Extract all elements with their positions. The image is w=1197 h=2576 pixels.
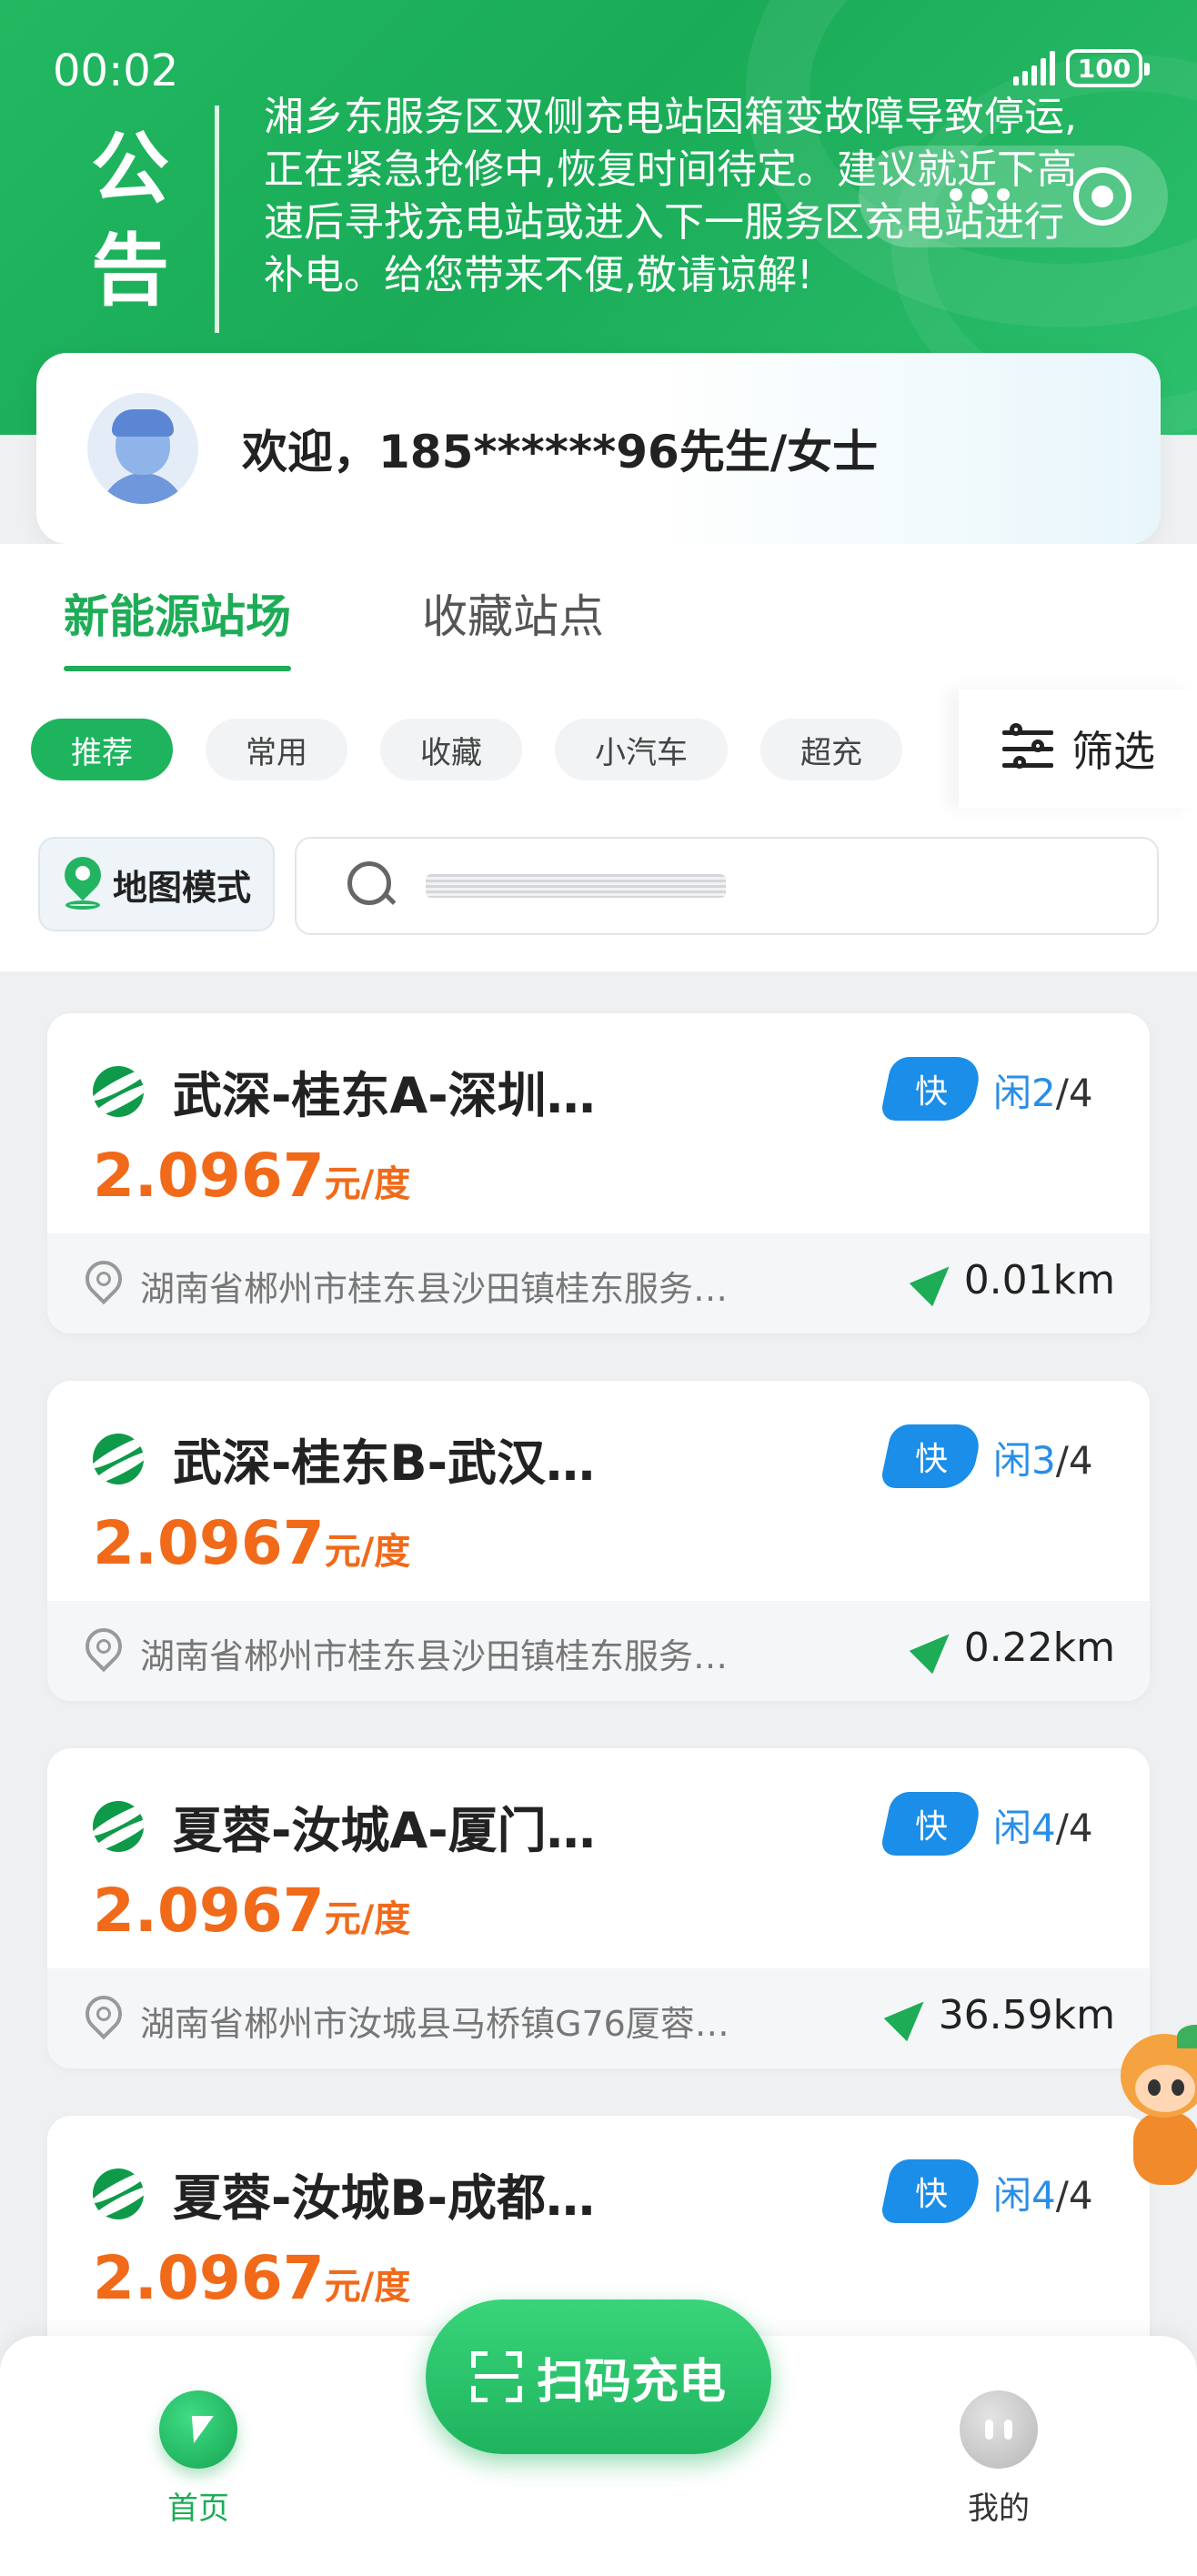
close-target-icon[interactable]	[1073, 167, 1132, 226]
mini-program-capsule[interactable]	[859, 146, 1168, 247]
signal-icon	[1013, 51, 1055, 86]
map-mode-button[interactable]: 地图模式	[38, 837, 275, 931]
chip-recommended[interactable]: 推荐	[31, 719, 173, 780]
station-card[interactable]: 武深-桂东B-武汉… 快 闲3/4 2.0967元/度 湖南省郴州市桂东县沙田镇…	[47, 1381, 1150, 1701]
filter-label: 筛选	[1071, 727, 1155, 776]
category-chips: 推荐 常用 收藏 小汽车 超充	[31, 719, 902, 780]
station-name: 夏蓉-汝城B-成都…	[173, 2169, 595, 2227]
fast-charge-badge: 快	[879, 2159, 984, 2223]
station-footer: 湖南省郴州市桂东县沙田镇桂东服务… 0.22km	[47, 1601, 1150, 1701]
navigate-arrow-icon	[883, 1989, 935, 2041]
fast-charge-badge: 快	[879, 1424, 984, 1488]
filter-panel: 新能源站场 收藏站点 推荐 常用 收藏 小汽车 超充 筛选 地图模式	[0, 544, 1197, 971]
search-placeholder-blurred	[426, 874, 726, 898]
idle-count: 闲4/4	[993, 1806, 1093, 1850]
navigate-arrow-icon	[909, 1622, 961, 1674]
fast-charge-badge: 快	[879, 1057, 984, 1121]
notice-label-char: 告	[91, 226, 169, 317]
profile-face-icon	[960, 2390, 1038, 2469]
station-name: 武深-桂东A-深圳…	[173, 1067, 596, 1124]
station-price: 2.0967元/度	[93, 1508, 411, 1578]
search-input[interactable]	[295, 837, 1159, 935]
location-icon	[84, 1628, 120, 1674]
idle-count: 闲3/4	[993, 1438, 1093, 1483]
station-distance[interactable]: 36.59km	[883, 1989, 1115, 2041]
battery-icon: 100	[1066, 49, 1150, 87]
nav-home-label: 首页	[167, 2490, 229, 2527]
welcome-card[interactable]: 欢迎，185******96先生/女士	[36, 353, 1161, 544]
nav-home[interactable]: 首页	[126, 2390, 271, 2528]
status-time: 00:02	[53, 45, 179, 96]
station-logo-icon	[93, 2168, 144, 2219]
notice-label-char: 公	[91, 124, 169, 215]
location-icon	[84, 1261, 120, 1306]
filter-icon	[1001, 723, 1055, 774]
station-footer: 湖南省郴州市汝城县马桥镇G76厦蓉… 36.59km	[47, 1968, 1150, 2068]
notice-label: 公 告	[91, 118, 182, 322]
scan-charge-label: 扫码充电	[536, 2354, 726, 2410]
nav-mine[interactable]: 我的	[926, 2390, 1071, 2528]
navigate-arrow-icon	[909, 1254, 961, 1306]
lightning-icon	[159, 2390, 237, 2469]
station-address: 湖南省郴州市桂东县沙田镇桂东服务…	[140, 1636, 729, 1676]
tab-new-energy-stations[interactable]: 新能源站场	[64, 580, 291, 671]
filter-button[interactable]: 筛选	[959, 689, 1197, 808]
location-icon	[84, 1996, 120, 2041]
map-mode-label: 地图模式	[112, 867, 251, 908]
avatar[interactable]	[87, 393, 198, 504]
more-icon[interactable]	[950, 188, 1010, 205]
station-card[interactable]: 夏蓉-汝城A-厦门… 快 闲4/4 2.0967元/度 湖南省郴州市汝城县马桥镇…	[47, 1748, 1150, 2068]
idle-count: 闲2/4	[993, 1071, 1093, 1115]
station-footer: 湖南省郴州市桂东县沙田镇桂东服务… 0.01km	[47, 1233, 1150, 1333]
notice-divider	[215, 106, 219, 333]
station-logo-icon	[93, 1801, 144, 1852]
station-logo-icon	[93, 1434, 144, 1484]
station-address: 湖南省郴州市桂东县沙田镇桂东服务…	[140, 1269, 729, 1309]
main-tabs: 新能源站场 收藏站点	[64, 580, 604, 671]
fast-charge-badge: 快	[879, 1792, 984, 1856]
mascot-float-icon[interactable]	[1112, 2025, 1197, 2198]
scan-charge-button[interactable]: 扫码充电	[426, 2299, 771, 2454]
station-card[interactable]: 武深-桂东A-深圳… 快 闲2/4 2.0967元/度 湖南省郴州市桂东县沙田镇…	[47, 1013, 1150, 1333]
station-address: 湖南省郴州市汝城县马桥镇G76厦蓉…	[140, 2004, 729, 2044]
station-price: 2.0967元/度	[93, 1876, 411, 1946]
station-price: 2.0967元/度	[93, 2243, 411, 2313]
station-name: 武深-桂东B-武汉…	[173, 1434, 595, 1492]
search-icon	[347, 861, 397, 911]
station-name: 夏蓉-汝城A-厦门…	[173, 1802, 596, 1859]
tab-favorite-stations[interactable]: 收藏站点	[422, 580, 604, 646]
idle-count: 闲4/4	[993, 2173, 1093, 2218]
station-distance[interactable]: 0.22km	[909, 1622, 1115, 1674]
chip-favorites[interactable]: 收藏	[380, 719, 522, 780]
welcome-text: 欢迎，185******96先生/女士	[242, 426, 879, 478]
chip-car[interactable]: 小汽车	[555, 719, 728, 780]
chip-supercharge[interactable]: 超充	[760, 719, 902, 780]
station-price: 2.0967元/度	[93, 1141, 411, 1211]
status-indicators: 100	[1013, 49, 1150, 87]
map-pin-icon	[62, 857, 104, 911]
nav-mine-label: 我的	[968, 2490, 1030, 2527]
station-logo-icon	[93, 1066, 144, 1117]
station-distance[interactable]: 0.01km	[909, 1254, 1115, 1306]
scan-icon	[470, 2351, 522, 2402]
chip-frequent[interactable]: 常用	[206, 719, 347, 780]
